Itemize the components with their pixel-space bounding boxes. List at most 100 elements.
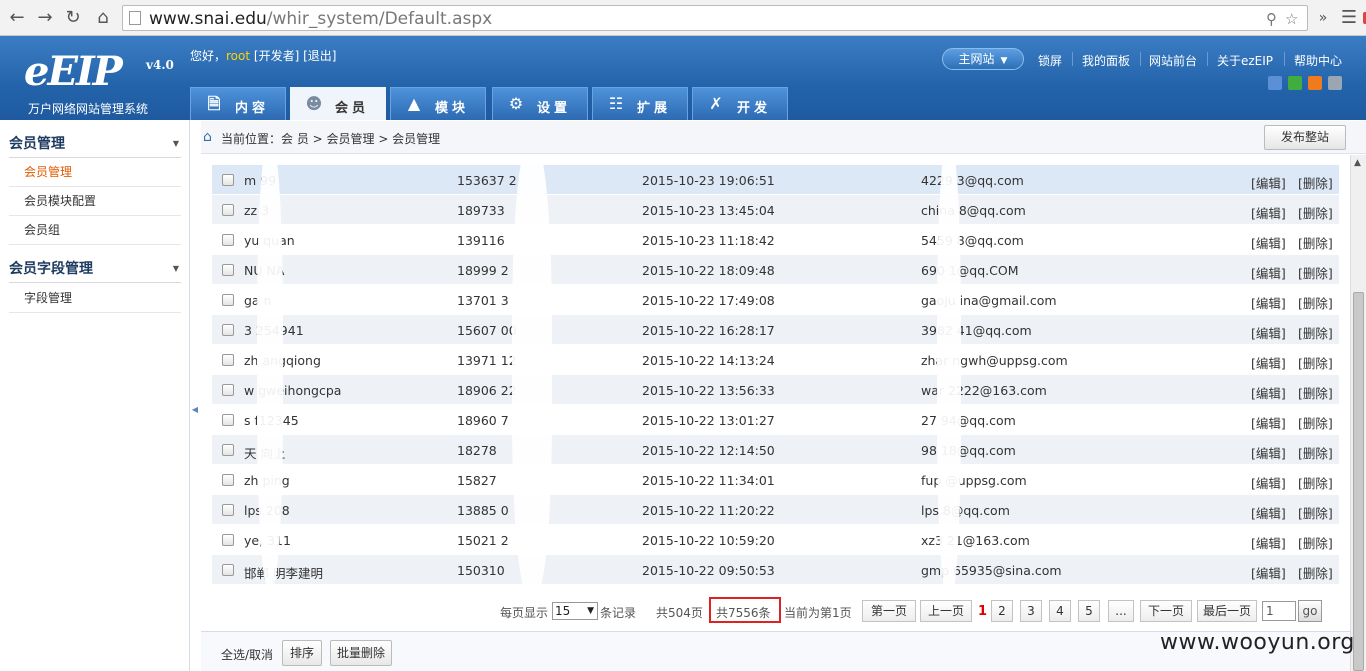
row-checkbox[interactable] — [222, 174, 234, 186]
page-number[interactable]: 4 — [1049, 600, 1071, 622]
table-row[interactable]: 邯郸 明李建明 150310 2015-10-22 09:50:53 gmp 6593… — [212, 555, 1339, 585]
table-row[interactable]: zz 3 189733 2015-10-23 13:45:04 china 8@qq.… — [212, 195, 1339, 225]
edit-link[interactable]: [编辑] — [1251, 173, 1286, 192]
skin-orange-swatch[interactable] — [1308, 76, 1322, 90]
edit-link[interactable]: [编辑] — [1251, 413, 1286, 432]
row-checkbox[interactable] — [222, 474, 234, 486]
table-row[interactable]: ga n13701 32015-10-22 17:49:08gaoju ina@… — [212, 285, 1339, 315]
go-button[interactable]: go — [1298, 600, 1322, 622]
delete-link[interactable]: [删除] — [1298, 173, 1333, 192]
delete-link[interactable]: [删除] — [1298, 503, 1333, 522]
skin-green-swatch[interactable] — [1288, 76, 1302, 90]
row-checkbox[interactable] — [222, 204, 234, 216]
edit-link[interactable]: [编辑] — [1251, 323, 1286, 342]
row-checkbox[interactable] — [222, 384, 234, 396]
pin-icon[interactable]: ⚲ — [1266, 10, 1277, 28]
user-actions[interactable]: [开发者] [退出] — [254, 49, 337, 63]
delete-link[interactable]: [删除] — [1298, 563, 1333, 582]
page-number[interactable]: 5 — [1078, 600, 1100, 622]
row-checkbox[interactable] — [222, 444, 234, 456]
sort-button[interactable]: 排序 — [282, 640, 322, 666]
table-row[interactable]: ye, 31115021 22015-10-22 10:59:20xz3 21@… — [212, 525, 1339, 555]
edit-link[interactable]: [编辑] — [1251, 353, 1286, 372]
vertical-scrollbar[interactable]: ▲ — [1350, 155, 1366, 671]
row-checkbox[interactable] — [222, 324, 234, 336]
row-checkbox[interactable] — [222, 504, 234, 516]
table-row[interactable]: m 99 153637 2 2015-10-23 19:06:51 4229 3@qq… — [212, 165, 1339, 195]
delete-link[interactable]: [删除] — [1298, 293, 1333, 312]
edit-link[interactable]: [编辑] — [1251, 233, 1286, 252]
page-number[interactable]: 3 — [1020, 600, 1042, 622]
tab-content[interactable]: 🗎 内容 — [190, 87, 286, 120]
site-select[interactable]: 主网站 ▼ — [942, 48, 1024, 70]
publish-site-button[interactable]: 发布整站 — [1264, 125, 1346, 150]
front-site-link[interactable]: 网站前台 — [1149, 52, 1197, 69]
address-bar[interactable]: www.snai.edu/whir_system/Default.aspx 6 … — [122, 5, 1366, 31]
goto-page-input[interactable]: 1 — [1262, 601, 1296, 621]
back-icon[interactable]: ← — [6, 7, 28, 29]
reload-icon[interactable]: ↻ — [62, 7, 84, 29]
tab-modules[interactable]: ▲ 模块 — [390, 87, 486, 120]
edit-link[interactable]: [编辑] — [1251, 473, 1286, 492]
table-row[interactable]: zh ping158272015-10-22 11:34:01fup @upps… — [212, 465, 1339, 495]
sidebar-item-field-management[interactable]: 字段管理 — [9, 284, 181, 313]
my-panel-link[interactable]: 我的面板 — [1082, 52, 1130, 69]
table-row[interactable]: 天 向上182782015-10-22 12:14:5098 18@qq.com… — [212, 435, 1339, 465]
tab-settings[interactable]: ⚙ 设置 — [492, 87, 588, 120]
row-checkbox[interactable] — [222, 414, 234, 426]
edit-link[interactable]: [编辑] — [1251, 203, 1286, 222]
sidebar-item-member-group[interactable]: 会员组 — [9, 216, 181, 245]
row-checkbox[interactable] — [222, 294, 234, 306]
skin-gray-swatch[interactable] — [1328, 76, 1342, 90]
row-checkbox[interactable] — [222, 534, 234, 546]
delete-link[interactable]: [删除] — [1298, 323, 1333, 342]
skin-blue-swatch[interactable] — [1268, 76, 1282, 90]
batch-delete-button[interactable]: 批量删除 — [330, 640, 392, 666]
row-checkbox[interactable] — [222, 264, 234, 276]
first-page-button[interactable]: 第一页 — [862, 600, 916, 622]
next-page-button[interactable]: 下一页 — [1140, 600, 1192, 622]
home-icon[interactable]: ⌂ — [92, 7, 114, 29]
delete-link[interactable]: [删除] — [1298, 353, 1333, 372]
prev-page-button[interactable]: 上一页 — [920, 600, 972, 622]
sidebar-group-member-fields[interactable]: 会员字段管理 ▼ — [9, 255, 181, 283]
table-row[interactable]: zh angqiong 13971 12 2015-10-22 14:13:24 zh… — [212, 345, 1339, 375]
edit-link[interactable]: [编辑] — [1251, 293, 1286, 312]
page-number[interactable]: 2 — [991, 600, 1013, 622]
per-page-select[interactable]: 15 ▼ — [552, 602, 598, 620]
edit-link[interactable]: [编辑] — [1251, 533, 1286, 552]
edit-link[interactable]: [编辑] — [1251, 383, 1286, 402]
table-row[interactable]: yu quan1391162015-10-23 11:18:425459 8@q… — [212, 225, 1339, 255]
sidebar-item-member-management[interactable]: 会员管理 — [9, 158, 181, 187]
menu-icon[interactable]: ☰ — [1338, 7, 1360, 29]
edit-link[interactable]: [编辑] — [1251, 503, 1286, 522]
edit-link[interactable]: [编辑] — [1251, 263, 1286, 282]
select-all-toggle[interactable]: 全选/取消 — [221, 646, 273, 663]
lock-screen-link[interactable]: 锁屏 — [1038, 52, 1062, 69]
row-checkbox[interactable] — [222, 234, 234, 246]
about-link[interactable]: 关于ezEIP — [1217, 52, 1273, 69]
delete-link[interactable]: [删除] — [1298, 263, 1333, 282]
table-row[interactable]: s f1234518960 72015-10-22 13:01:2727 94@… — [212, 405, 1339, 435]
forward-icon[interactable]: → — [34, 7, 56, 29]
tab-develop[interactable]: ✗ 开发 — [692, 87, 788, 120]
page-ellipsis[interactable]: ... — [1108, 600, 1134, 622]
more-tools-icon[interactable]: » — [1312, 7, 1334, 29]
tab-members[interactable]: ☻ 会员 — [290, 87, 386, 120]
star-icon[interactable]: ☆ — [1285, 10, 1298, 28]
delete-link[interactable]: [删除] — [1298, 233, 1333, 252]
delete-link[interactable]: [删除] — [1298, 413, 1333, 432]
delete-link[interactable]: [删除] — [1298, 533, 1333, 552]
scrollbar-thumb[interactable] — [1353, 292, 1364, 671]
edit-link[interactable]: [编辑] — [1251, 443, 1286, 462]
sidebar-group-member-management[interactable]: 会员管理 ▼ — [9, 130, 181, 158]
sidebar-item-member-module-config[interactable]: 会员模块配置 — [9, 187, 181, 216]
delete-link[interactable]: [删除] — [1298, 473, 1333, 492]
delete-link[interactable]: [删除] — [1298, 383, 1333, 402]
row-checkbox[interactable] — [222, 564, 234, 576]
table-row[interactable]: lps 20813885 02015-10-22 11:20:22lps 8@q… — [212, 495, 1339, 525]
table-row[interactable]: 3 25494115607 002015-10-22 16:28:173982 … — [212, 315, 1339, 345]
help-link[interactable]: 帮助中心 — [1294, 52, 1342, 69]
row-checkbox[interactable] — [222, 354, 234, 366]
tab-extend[interactable]: ☷ 扩展 — [592, 87, 688, 120]
